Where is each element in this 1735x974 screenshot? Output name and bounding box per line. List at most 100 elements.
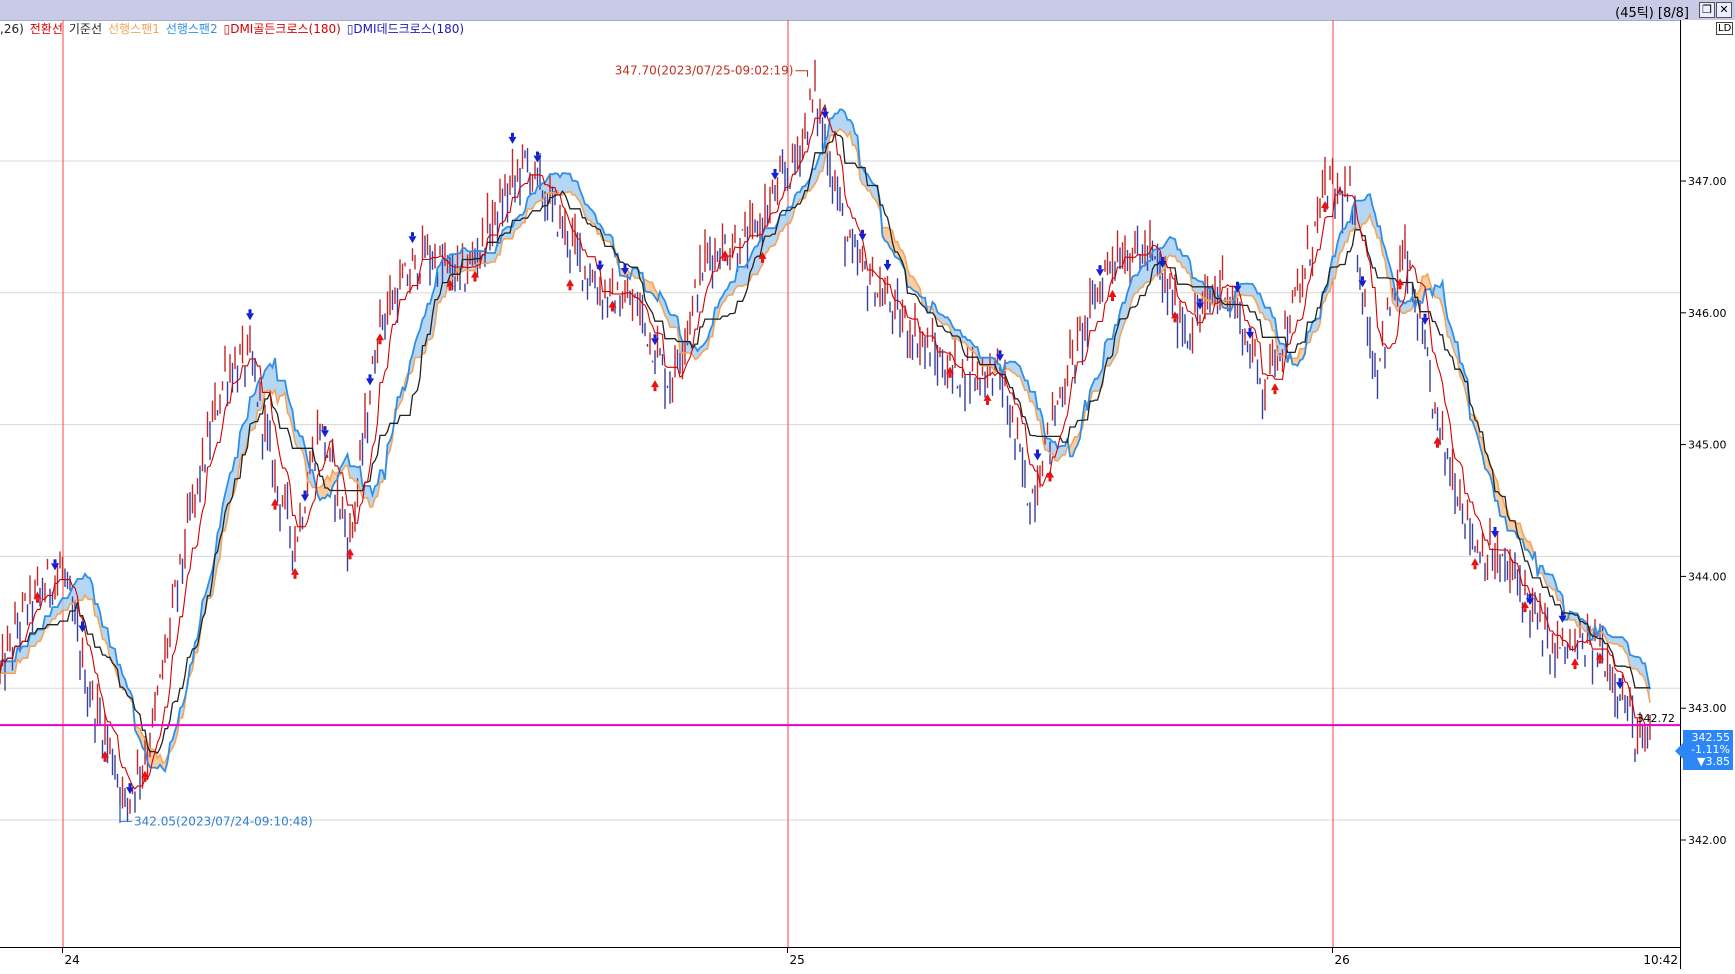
dmi-golden-cross-stem — [948, 373, 952, 378]
dmi-golden-cross-stem — [473, 277, 477, 282]
dmi-dead-cross-marker — [858, 233, 867, 241]
legend-item-span2: 선행스팬2 — [165, 22, 218, 36]
current-price: 342.55 — [1691, 730, 1731, 744]
x-tick-label: 26 — [1335, 953, 1350, 967]
close-button[interactable]: ✕ — [1716, 2, 1732, 18]
legend-item-span1: 선행스팬1 — [108, 22, 160, 36]
high-annotation-leader — [795, 70, 808, 77]
dmi-golden-cross-stem — [1173, 318, 1177, 323]
current-change-pct: -1.11% — [1691, 742, 1730, 756]
dmi-golden-cross-stem — [1273, 390, 1277, 395]
dmi-dead-cross-stem — [511, 132, 514, 137]
dmi-dead-cross-stem — [1248, 327, 1252, 332]
dmi-golden-cross-stem — [611, 307, 614, 312]
dmi-dead-cross-marker — [301, 494, 309, 502]
dmi-dead-cross-stem — [323, 426, 327, 431]
dmi-dead-cross-stem — [653, 334, 657, 339]
x-tick-label: 24 — [65, 953, 80, 967]
dmi-dead-cross-stem — [823, 107, 827, 112]
high-annotation-label: 347.70(2023/07/25-09:02:19) — [615, 64, 794, 78]
restore-button[interactable]: ❐ — [1699, 2, 1715, 18]
dmi-dead-cross-marker — [246, 313, 254, 321]
x-tick-label: 25 — [790, 953, 805, 967]
dmi-dead-cross-stem — [1098, 265, 1102, 270]
chart-plot-area[interactable]: 342.72 347.70(2023/07/25-09:02:19) 342.05(… — [0, 20, 1680, 947]
dmi-dead-cross-stem — [1561, 611, 1564, 616]
reference-line-label: 342.72 — [1637, 712, 1676, 725]
dmi-golden-cross-stem — [568, 286, 572, 291]
legend-item-base: 기준선 — [68, 22, 103, 36]
dmi-golden-cross-stem — [1523, 608, 1527, 613]
dmi-dead-cross-stem — [1618, 678, 1622, 683]
dmi-golden-cross-marker — [376, 333, 384, 341]
dmi-golden-cross-stem — [273, 505, 277, 510]
price-axis[interactable]: 347.00 346.00 345.00 344.00 343.00 342.00 LD — [1680, 20, 1735, 969]
dmi-golden-cross-marker — [566, 279, 574, 287]
dmi-golden-cross-stem — [1598, 659, 1602, 664]
dmi-golden-cross-stem — [1436, 443, 1439, 448]
dmi-golden-cross-stem — [36, 598, 39, 603]
dmi-dead-cross-stem — [998, 350, 1002, 355]
dmi-dead-cross-stem — [1493, 526, 1497, 531]
dmi-dead-cross-marker — [366, 378, 374, 386]
y-tick-label: 346.00 — [1688, 307, 1727, 320]
dmi-dead-cross-stem — [411, 232, 414, 237]
dmi-golden-cross-stem — [986, 400, 989, 405]
dmi-dead-cross-stem — [1161, 257, 1164, 262]
dmi-dead-cross-stem — [53, 559, 57, 564]
dmi-dead-cross-stem — [1361, 276, 1364, 281]
time-axis-svg: 24 25 26 10:42 — [62, 948, 1678, 967]
cloud-segment — [190, 358, 318, 676]
y-tick-label: 347.00 — [1688, 175, 1727, 188]
price-axis-svg: 347.00 346.00 345.00 344.00 343.00 342.00 — [1681, 175, 1727, 847]
price-chart[interactable]: 342.72 347.70(2023/07/25-09:02:19) 342.05(… — [0, 20, 1680, 947]
dmi-dead-cross-stem — [598, 260, 602, 265]
dmi-golden-cross-stem — [448, 286, 452, 291]
dmi-dead-cross-stem — [623, 264, 627, 269]
dmi-dead-cross-stem — [861, 229, 864, 234]
y-tick-label: 345.00 — [1688, 439, 1727, 452]
dmi-golden-cross-marker — [1471, 558, 1479, 566]
dmi-dead-cross-marker — [321, 430, 329, 438]
base-line — [0, 131, 1650, 755]
dmi-dead-cross-marker — [883, 263, 892, 271]
y-tick-label: 343.00 — [1688, 702, 1727, 715]
dmi-golden-cross-stem — [1573, 665, 1577, 670]
dmi-dead-cross-marker — [1033, 453, 1042, 461]
dmi-dead-cross-stem — [773, 168, 777, 173]
dmi-golden-cross-marker — [651, 380, 659, 388]
dmi-golden-cross-stem — [1398, 285, 1402, 290]
dmi-golden-cross-stem — [723, 257, 727, 262]
dmi-dead-cross-stem — [368, 374, 372, 379]
legend-item-conversion: 전환선 — [29, 22, 63, 36]
low-annotation-label: 342.05(2023/07/24-09:10:48) — [134, 814, 313, 828]
dmi-dead-cross-stem — [536, 151, 539, 156]
dmi-golden-cross-marker — [1271, 383, 1279, 391]
current-change: ▼3.85 — [1697, 754, 1730, 768]
dmi-dead-cross-stem — [1423, 313, 1427, 318]
dmi-golden-cross-stem — [653, 387, 657, 392]
dmi-dead-cross-marker — [1096, 269, 1104, 277]
dmi-golden-cross-stem — [761, 258, 764, 263]
dmi-golden-cross-stem — [1048, 477, 1052, 482]
window-titlebar: (45틱) [8/8] ❐ ✕ — [0, 0, 1735, 21]
y-tick-label: 344.00 — [1688, 570, 1727, 583]
dmi-golden-cross-stem — [1323, 208, 1327, 213]
dmi-golden-cross-stem — [293, 574, 297, 579]
dmi-golden-cross-stem — [1111, 297, 1114, 302]
dmi-dead-cross-stem — [128, 783, 132, 788]
dmi-dead-cross-stem — [1528, 594, 1532, 599]
dmi-dead-cross-stem — [1036, 449, 1039, 454]
dmi-golden-cross-stem — [378, 340, 382, 345]
legend-item-dmi-dead: ▯DMI데드크로스(180) — [346, 22, 465, 36]
dmi-dead-cross-stem — [81, 621, 84, 626]
dmi-dead-cross-marker — [508, 136, 517, 144]
current-price-tag: 342.55 -1.11% ▼3.85 — [1675, 729, 1733, 770]
time-axis[interactable]: 24 25 26 10:42 — [0, 947, 1680, 970]
dmi-dead-cross-stem — [1236, 281, 1239, 286]
indicator-legend: ,26) 전환선 기준선 선행스팬1 선행스팬2 ▯DMI골든크로스(180) ▯DMI데드… — [0, 20, 470, 36]
axis-corner-label[interactable]: LD — [1716, 22, 1734, 35]
dmi-golden-cross-stem — [1473, 565, 1477, 570]
dmi-dead-cross-stem — [886, 259, 889, 264]
dmi-dead-cross-stem — [248, 309, 252, 314]
